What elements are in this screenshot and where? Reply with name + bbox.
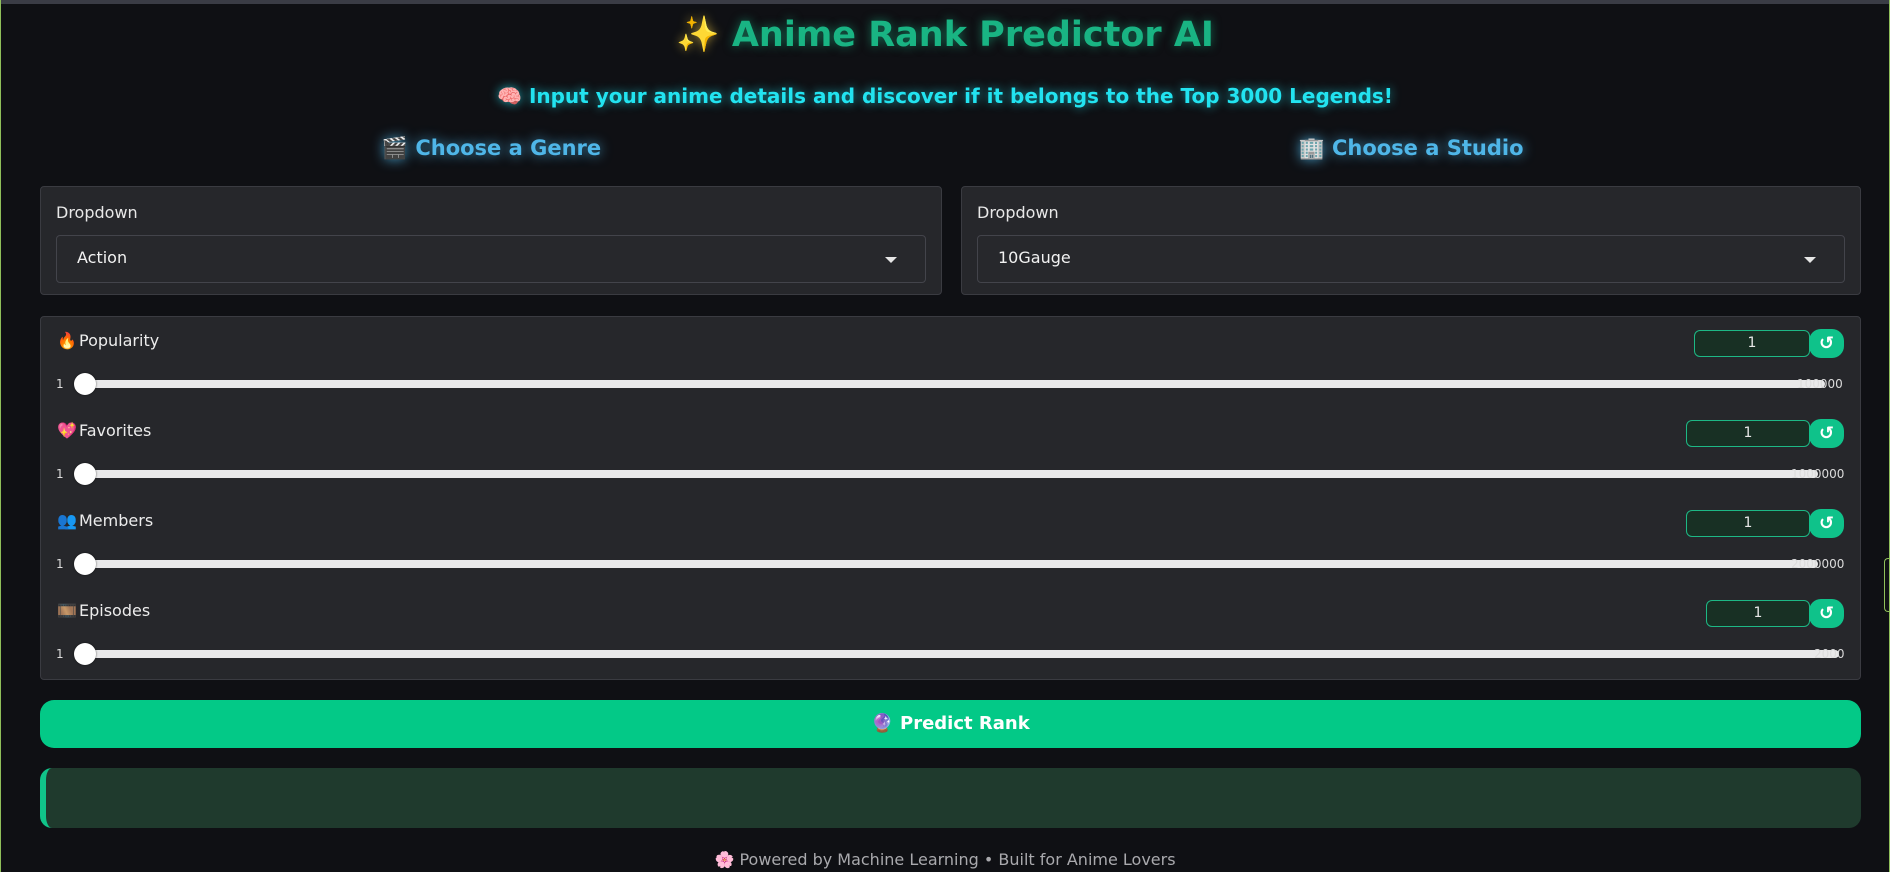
- slider-favorites: 💖 Favorites 1 ↺ 1 1000000: [41, 407, 1860, 497]
- studio-dropdown[interactable]: 10Gauge: [977, 235, 1845, 283]
- reset-icon[interactable]: ↺: [1809, 419, 1844, 448]
- slider-min-label: 1: [56, 647, 64, 661]
- slider-label-text: Members: [79, 511, 154, 530]
- members-number-input[interactable]: 1: [1686, 510, 1810, 537]
- prediction-output: [40, 768, 1861, 828]
- slider-max-label: 2000000: [1791, 557, 1845, 571]
- slider-label-text: Episodes: [79, 601, 151, 620]
- heart-icon: 💖: [57, 421, 77, 440]
- reset-icon[interactable]: ↺: [1809, 329, 1844, 358]
- fire-icon: 🔥: [57, 331, 77, 350]
- studio-dropdown-card: Dropdown 10Gauge: [961, 186, 1861, 295]
- clapper-icon: 🎬: [381, 136, 409, 160]
- studio-heading-text: Choose a Studio: [1331, 136, 1524, 160]
- episodes-number-input[interactable]: 1: [1706, 600, 1810, 627]
- chevron-down-icon: [1804, 257, 1816, 263]
- slider-max-label: 100000: [1797, 377, 1843, 391]
- genre-dropdown-card: Dropdown Action: [40, 186, 942, 295]
- favorites-number-input[interactable]: 1: [1686, 420, 1810, 447]
- building-icon: 🏢: [1298, 136, 1325, 160]
- crystal-ball-icon: 🔮: [871, 713, 894, 734]
- blossom-icon: 🌸: [714, 850, 735, 869]
- slider-label: 👥 Members: [57, 511, 153, 530]
- page-title: ✨ Anime Rank Predictor AI: [1, 14, 1889, 55]
- slider-min-label: 1: [56, 467, 64, 481]
- slider-thumb[interactable]: [74, 463, 96, 485]
- slider-thumb[interactable]: [74, 553, 96, 575]
- slider-label: 🔥 Popularity: [57, 331, 159, 350]
- sliders-card: 🔥 Popularity 1 ↺ 1 100000 💖 Favorites 1 ↺ …: [40, 316, 1861, 680]
- top-bar: [1, 0, 1889, 4]
- genre-dropdown[interactable]: Action: [56, 235, 926, 283]
- chevron-down-icon: [885, 257, 897, 263]
- page-subtitle-text: Input your anime details and discover if…: [528, 84, 1393, 108]
- slider-min-label: 1: [56, 557, 64, 571]
- slider-thumb[interactable]: [74, 373, 96, 395]
- predict-rank-button[interactable]: 🔮 Predict Rank: [40, 700, 1861, 748]
- reset-icon[interactable]: ↺: [1809, 599, 1844, 628]
- slider-track[interactable]: [85, 470, 1818, 478]
- side-tab[interactable]: [1884, 558, 1889, 612]
- reset-icon[interactable]: ↺: [1809, 509, 1844, 538]
- slider-max-label: 1000000: [1791, 467, 1845, 481]
- studio-dropdown-label: Dropdown: [977, 203, 1059, 222]
- footer: 🌸 Powered by Machine Learning • Built fo…: [1, 850, 1889, 869]
- slider-label: 💖 Favorites: [57, 421, 151, 440]
- popularity-number-input[interactable]: 1: [1694, 330, 1810, 357]
- page-subtitle: 🧠 Input your anime details and discover …: [1, 84, 1889, 108]
- genre-dropdown-label: Dropdown: [56, 203, 138, 222]
- brain-icon: 🧠: [497, 84, 522, 108]
- slider-min-label: 1: [56, 377, 64, 391]
- slider-track[interactable]: [85, 380, 1825, 388]
- studio-heading: 🏢 Choose a Studio: [961, 136, 1861, 161]
- slider-members: 👥 Members 1 ↺ 1 2000000: [41, 497, 1860, 587]
- genre-heading-text: Choose a Genre: [415, 136, 602, 160]
- people-icon: 👥: [57, 511, 77, 530]
- slider-label: 🎞️ Episodes: [57, 601, 150, 620]
- studio-dropdown-value: 10Gauge: [998, 248, 1071, 267]
- film-icon: 🎞️: [57, 601, 77, 620]
- genre-heading: 🎬 Choose a Genre: [1, 136, 982, 161]
- slider-thumb[interactable]: [74, 643, 96, 665]
- slider-episodes: 🎞️ Episodes 1 ↺ 1 2000: [41, 587, 1860, 677]
- sparkles-icon: ✨: [676, 15, 720, 55]
- slider-popularity: 🔥 Popularity 1 ↺ 1 100000: [41, 317, 1860, 407]
- slider-max-label: 2000: [1814, 647, 1845, 661]
- slider-label-text: Popularity: [79, 331, 160, 350]
- predict-rank-label: Predict Rank: [900, 713, 1030, 734]
- slider-track[interactable]: [85, 650, 1839, 658]
- genre-dropdown-value: Action: [77, 248, 128, 267]
- page-title-text: Anime Rank Predictor AI: [731, 15, 1214, 55]
- footer-text: Powered by Machine Learning • Built for …: [739, 850, 1176, 869]
- slider-label-text: Favorites: [79, 421, 152, 440]
- slider-track[interactable]: [85, 560, 1818, 568]
